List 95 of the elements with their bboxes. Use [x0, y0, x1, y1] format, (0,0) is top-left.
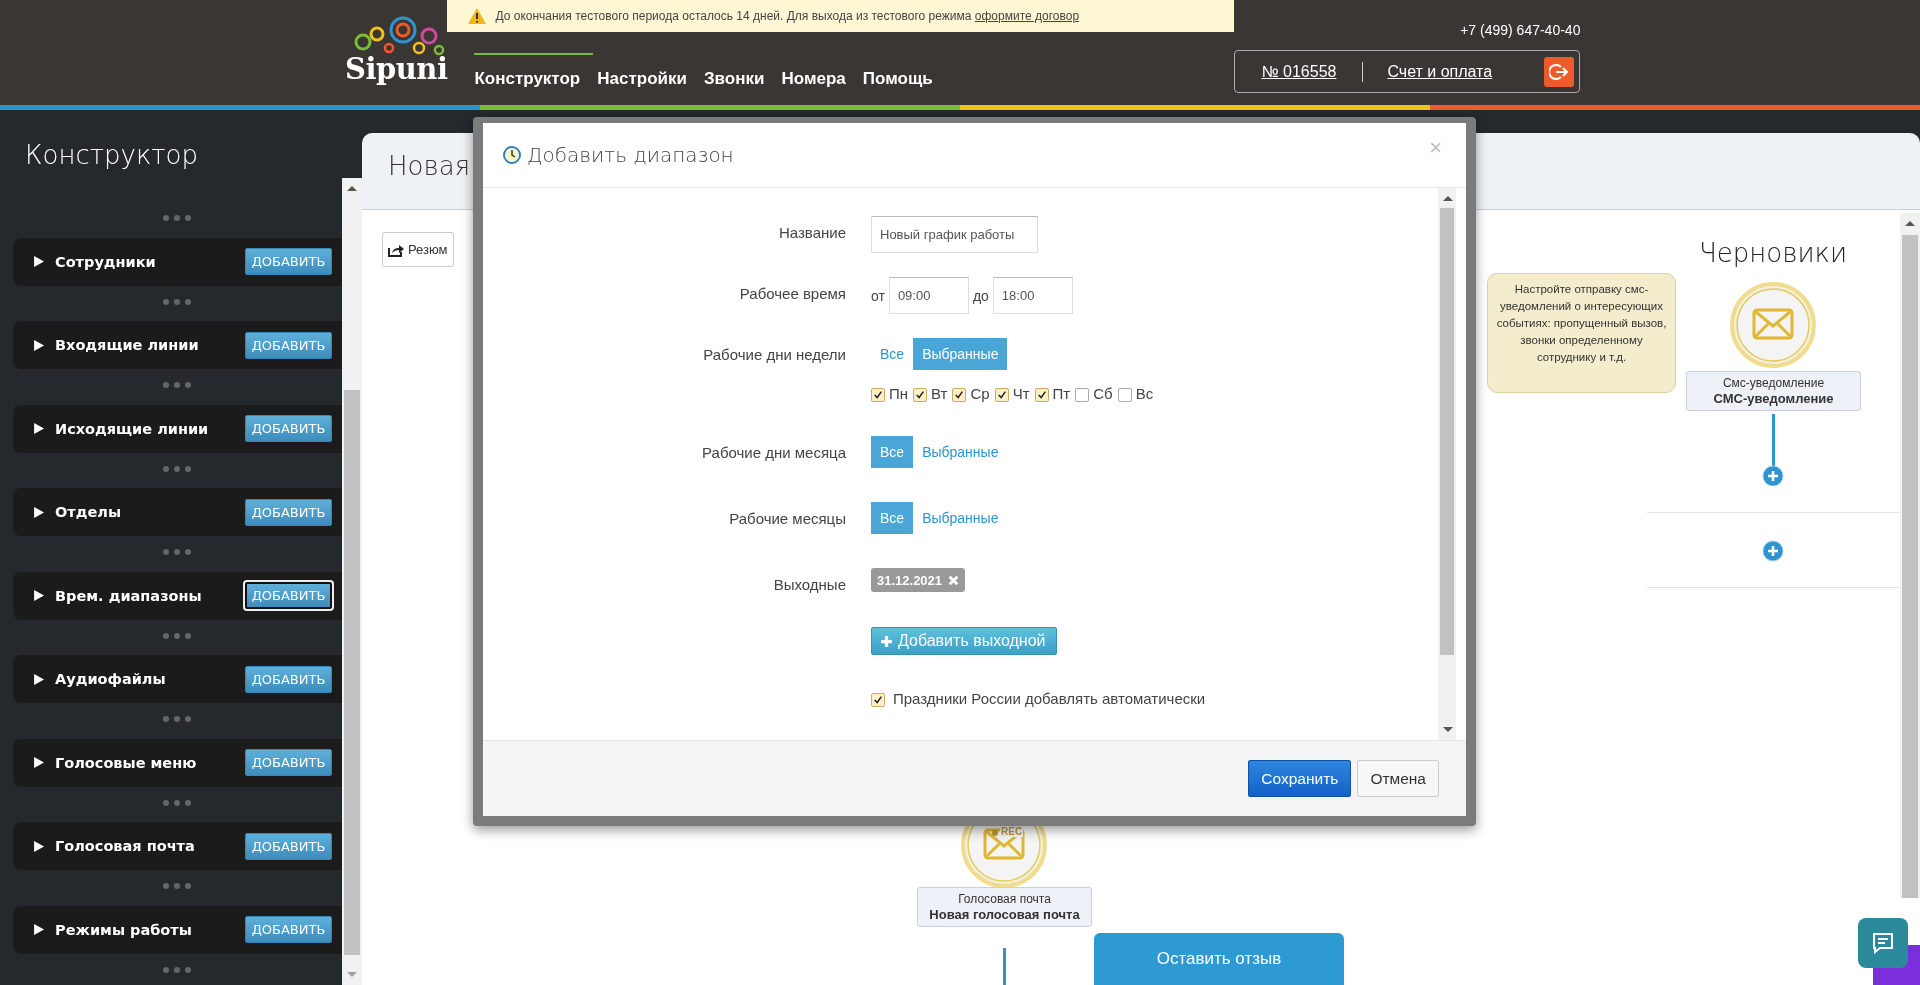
checkbox[interactable]: [994, 388, 1009, 402]
remove-icon[interactable]: [948, 574, 960, 586]
record-dot-icon: [992, 830, 998, 836]
field-label: Рабочие дни месяца: [701, 443, 846, 461]
envelope-icon: [1730, 282, 1816, 368]
account-number-link[interactable]: № 016558: [1261, 62, 1337, 81]
expand-icon[interactable]: [33, 506, 44, 518]
share-icon: [388, 242, 404, 257]
logout-icon: [1549, 62, 1570, 81]
logo-circles-icon: [353, 14, 445, 58]
checkbox[interactable]: [871, 693, 885, 707]
notice-text: До окончания тестового периода осталось 14 дней. Для выхода из тестового режима оформите договор: [495, 9, 1080, 23]
clock-icon: [503, 146, 521, 164]
dots-icon: [162, 965, 192, 974]
contract-link[interactable]: оформите договор: [974, 9, 1080, 23]
day-label: Чт: [1012, 384, 1030, 402]
day-label: Вс: [1135, 384, 1154, 402]
dots-icon: [162, 548, 192, 556]
nav-tab[interactable]: Помощь: [862, 53, 946, 89]
add-node-icon[interactable]: [1762, 540, 1784, 562]
chat-button[interactable]: [1858, 918, 1908, 968]
field-label: Выходные: [772, 575, 846, 593]
dots-icon: [162, 631, 192, 640]
day-label: Пн: [889, 384, 909, 402]
toolbar-button[interactable]: Резюм: [382, 232, 454, 267]
checkbox[interactable]: [952, 388, 967, 402]
day-label: Вт: [931, 384, 948, 402]
expand-icon[interactable]: [33, 423, 44, 434]
flow-node[interactable]: Смс-уведомление СМС-уведомление: [1686, 371, 1861, 411]
day-label: Ср: [970, 384, 990, 402]
end-time-field[interactable]: 18:00: [992, 277, 1073, 314]
page-title: Новая: [388, 151, 470, 181]
logout-button[interactable]: [1544, 56, 1575, 87]
sidebar-item[interactable]: Входящие линии ДОБАВИТЬ: [13, 321, 342, 369]
expand-icon[interactable]: [33, 256, 44, 267]
save-button[interactable]: Сохранить: [1248, 760, 1352, 797]
expand-icon[interactable]: [33, 673, 44, 685]
field-label: Название: [777, 223, 846, 241]
billing-link[interactable]: Счет и оплата: [1387, 62, 1493, 81]
day-label: Сб: [1093, 384, 1113, 402]
add-node-icon[interactable]: [1762, 465, 1784, 487]
scrollbar[interactable]: [342, 178, 362, 985]
checkbox[interactable]: [1117, 388, 1132, 402]
expand-icon[interactable]: [33, 590, 44, 601]
field-label: Рабочее время: [738, 284, 846, 302]
dots-icon: [162, 381, 192, 389]
sidebar-item[interactable]: Врем. диапазоны ДОБАВИТЬ: [13, 571, 342, 620]
flow-node[interactable]: Голосовая почта Новая голосовая почта: [917, 887, 1092, 927]
sidebar-item[interactable]: Отделы ДОБАВИТЬ: [13, 488, 342, 536]
field-label: Рабочие месяцы: [728, 509, 846, 527]
sidebar-item[interactable]: Исходящие линии ДОБАВИТЬ: [13, 404, 342, 453]
expand-icon[interactable]: [33, 840, 44, 852]
start-time-field[interactable]: 09:00: [888, 277, 969, 314]
sidebar-title: Конструктор: [25, 140, 199, 172]
chat-icon: [1871, 932, 1895, 954]
sidebar-item[interactable]: Режимы работы ДОБАВИТЬ: [13, 905, 342, 954]
to-label: до: [972, 287, 989, 304]
cancel-button[interactable]: Отмена: [1357, 760, 1439, 797]
nav-tab[interactable]: Настройки: [597, 53, 700, 89]
dots-icon: [162, 882, 192, 890]
checkbox[interactable]: [913, 388, 928, 402]
plus-icon: [880, 634, 893, 648]
checkbox[interactable]: [1075, 388, 1090, 402]
checkbox-label: Праздники России добавлять автоматически: [893, 689, 1206, 707]
nav-tab[interactable]: Номера: [781, 53, 859, 89]
sidebar-item[interactable]: Сотрудники ДОБАВИТЬ: [13, 237, 342, 286]
date-tag: 31.12.2021: [871, 568, 966, 592]
sidebar-item[interactable]: Аудиофайлы ДОБАВИТЬ: [13, 655, 342, 703]
logo[interactable]: Sipuni: [345, 54, 448, 84]
name-field[interactable]: Новый график работы: [871, 216, 1038, 253]
field-label: Рабочие дни недели: [702, 345, 846, 363]
expand-icon[interactable]: [33, 757, 44, 768]
dots-icon: [162, 297, 192, 306]
drafts-title: Черновики: [1697, 238, 1849, 268]
dialog-title: Добавить диапазон: [527, 143, 734, 167]
dots-icon: [162, 798, 192, 807]
hint-tooltip: Настройте отправку смс-уведомлений о интересующих событиях: пропущенный вызов, звонки определенному сотруднику и т.д.: [1487, 273, 1676, 393]
dots-icon: [162, 464, 192, 473]
day-label: Пт: [1052, 384, 1071, 402]
scrollbar[interactable]: [1438, 188, 1456, 740]
sidebar-item[interactable]: Голосовая почта ДОБАВИТЬ: [13, 822, 342, 870]
scrollbar[interactable]: [1900, 213, 1920, 898]
expand-icon[interactable]: [33, 924, 44, 935]
dots-icon: [162, 715, 192, 723]
phone-number: +7 (499) 647-40-40: [1460, 22, 1581, 38]
warning-icon: [467, 7, 488, 25]
expand-icon[interactable]: [33, 339, 44, 351]
nav-tab[interactable]: Конструктор: [474, 53, 594, 89]
checkbox[interactable]: [1034, 388, 1049, 402]
sidebar-item[interactable]: Голосовые меню ДОБАВИТЬ: [13, 738, 342, 787]
dots-icon: [162, 214, 192, 222]
checkbox[interactable]: [871, 388, 885, 402]
from-label: от: [871, 287, 885, 304]
nav-tab[interactable]: Звонки: [703, 53, 778, 89]
rec-label: REC: [1000, 826, 1024, 837]
